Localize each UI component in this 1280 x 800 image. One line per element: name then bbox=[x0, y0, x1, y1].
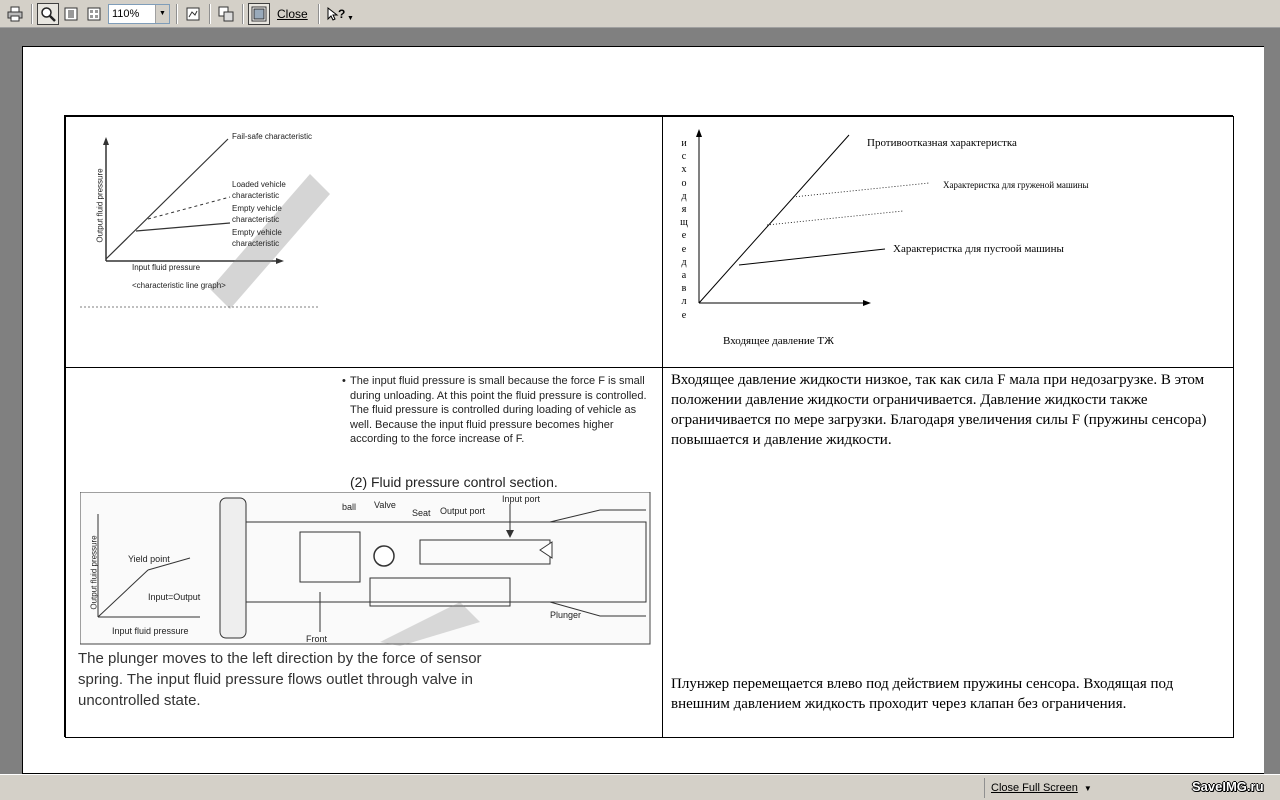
zoom-tool-icon bbox=[41, 6, 56, 22]
table-cell-graph-en: Fail-safe characteristic Loaded vehicle … bbox=[65, 116, 663, 368]
diagram-label-front: Front bbox=[306, 634, 328, 644]
diagram-ylabel: Output fluid pressure bbox=[89, 535, 99, 610]
line-label-failsafe: Противоотказная характеристка bbox=[867, 137, 1017, 149]
chevron-down-icon: ▼ bbox=[1083, 783, 1092, 793]
graph-ylabel-vertical: и с х о д я щ е е д а в л е bbox=[680, 138, 688, 321]
line-label-loaded: Характеристка для груженой машины bbox=[943, 180, 1089, 190]
viewer-toolbar: ▼ Close ? ▼ bbox=[0, 0, 1280, 28]
diagram-label-input-output: Input=Output bbox=[148, 592, 201, 602]
diagram-label-ball: ball bbox=[342, 502, 357, 512]
document-viewport[interactable]: Fail-safe characteristic Loaded vehicle … bbox=[0, 28, 1280, 774]
diagram-label-seat: Seat bbox=[412, 508, 431, 518]
print-icon bbox=[7, 6, 23, 21]
multi-page-icon bbox=[87, 7, 101, 20]
document-page: Fail-safe characteristic Loaded vehicle … bbox=[22, 46, 1266, 774]
scan-bullet-text: • The input fluid pressure is small beca… bbox=[342, 375, 647, 445]
characteristic-graph-ru bbox=[696, 129, 930, 306]
multi-window-button[interactable] bbox=[215, 3, 237, 25]
ru-description-bottom: Плунжер перемещается влево под действием… bbox=[671, 676, 1174, 712]
multi-window-icon bbox=[218, 6, 234, 21]
graph-caption: <characteristic line graph> bbox=[132, 281, 226, 290]
right-gutter bbox=[1264, 28, 1280, 774]
zoom-dropdown-icon[interactable]: ▼ bbox=[155, 4, 169, 23]
close-full-screen-button[interactable]: Close Full Screen ▼ bbox=[984, 778, 1098, 798]
svg-text:?: ? bbox=[338, 7, 345, 21]
label-loaded: Loaded vehicle characteristic bbox=[232, 180, 286, 200]
diagram-label-input-port: Input port bbox=[502, 494, 541, 504]
ru-description-top: Входящее давление жидкости низкое, так к… bbox=[671, 372, 1207, 448]
full-screen-button[interactable] bbox=[248, 2, 270, 25]
fluid-control-diagram bbox=[80, 492, 651, 646]
diagram-xlabel: Input fluid pressure bbox=[112, 626, 189, 636]
zoom-tool-button[interactable] bbox=[37, 2, 59, 25]
label-failsafe: Fail-safe characteristic bbox=[232, 132, 313, 141]
svg-text:▼: ▼ bbox=[347, 15, 354, 22]
table-cell-text-ru: Входящее давление жидкости низкое, так к… bbox=[662, 367, 1234, 738]
help-button[interactable]: ? ▼ bbox=[324, 3, 356, 25]
label-empty: Empty vehicle characteristic bbox=[232, 204, 282, 224]
table-cell-graph-ru: и с х о д я щ е е д а в л е Противоотказ… bbox=[662, 116, 1234, 368]
thumbnail-button[interactable] bbox=[182, 3, 204, 25]
graph-xlabel-ru: Входящее давление ТЖ bbox=[723, 335, 834, 347]
one-page-button[interactable] bbox=[60, 3, 82, 25]
label-empty-2: Empty vehicle characteristic bbox=[232, 228, 282, 248]
diagram-label-valve: Valve bbox=[374, 500, 396, 510]
diagram-label-plunger: Plunger bbox=[550, 610, 582, 620]
bullet-dot: • bbox=[342, 375, 346, 387]
watermark-logo: SaveIMG.ru bbox=[1192, 779, 1264, 794]
thumbnail-icon bbox=[186, 7, 200, 20]
multi-page-button[interactable] bbox=[83, 3, 105, 25]
print-button[interactable] bbox=[4, 3, 26, 25]
section-title: (2) Fluid pressure control section. bbox=[350, 474, 558, 490]
help-icon: ? ▼ bbox=[327, 6, 354, 22]
zoom-input[interactable] bbox=[109, 4, 155, 23]
one-page-icon bbox=[64, 7, 78, 20]
close-button[interactable]: Close bbox=[271, 3, 314, 25]
graph-ylabel: Output fluid pressure bbox=[95, 168, 105, 243]
graph-xlabel: Input fluid pressure bbox=[132, 263, 201, 272]
line-label-empty: Характеристка для пустоой машины bbox=[893, 243, 1064, 255]
diagram-label-yield-point: Yield point bbox=[128, 554, 170, 564]
diagram-label-output-port: Output port bbox=[440, 506, 486, 516]
status-bar: Close Full Screen ▼ SaveIMG.ru bbox=[0, 774, 1280, 800]
content-table: Fail-safe characteristic Loaded vehicle … bbox=[64, 115, 1234, 738]
scan-bottom-text: The plunger moves to the left direction … bbox=[78, 650, 482, 709]
zoom-combo[interactable]: ▼ bbox=[108, 3, 170, 24]
full-screen-icon bbox=[251, 6, 267, 21]
table-cell-diagram-en: • The input fluid pressure is small beca… bbox=[65, 367, 663, 738]
